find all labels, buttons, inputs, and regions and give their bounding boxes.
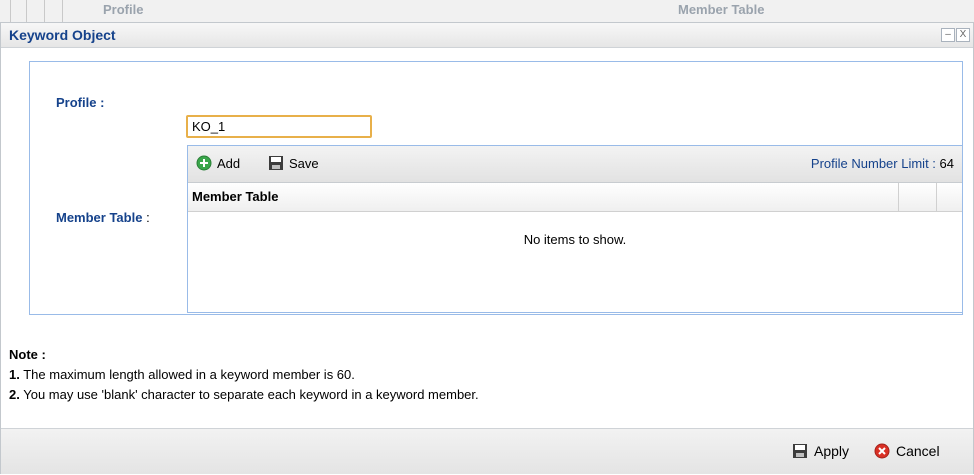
cancel-button-label: Cancel xyxy=(896,443,940,459)
save-button[interactable]: Save xyxy=(268,155,319,171)
empty-table-message: No items to show. xyxy=(523,232,627,247)
floppy-disk-icon xyxy=(268,155,284,171)
apply-button-label: Apply xyxy=(814,443,850,459)
minimize-button[interactable]: – xyxy=(941,28,955,42)
dialog-title-bar[interactable]: Keyword Object – X xyxy=(1,23,973,48)
close-button[interactable]: X xyxy=(956,28,970,42)
member-table-label-text: Member Table xyxy=(56,210,143,225)
profile-label: Profile : xyxy=(56,95,105,110)
add-circle-icon xyxy=(196,155,212,171)
column-separator xyxy=(898,183,899,211)
note-item: 1. The maximum length allowed in a keywo… xyxy=(9,365,479,385)
note-text: You may use 'blank' character to separat… xyxy=(23,387,479,402)
note-number: 2. xyxy=(9,387,20,402)
keyword-object-dialog: Keyword Object – X Profile : Member Tabl… xyxy=(0,22,974,474)
add-button[interactable]: Add xyxy=(196,155,240,171)
cancel-button[interactable]: Cancel xyxy=(874,443,940,459)
member-table-label: Member Table : xyxy=(56,210,150,225)
background-column-profile: Profile xyxy=(103,2,144,17)
member-table-column-title[interactable]: Member Table xyxy=(192,189,278,204)
note-text: The maximum length allowed in a keyword … xyxy=(23,367,355,382)
add-button-label: Add xyxy=(217,155,241,171)
dialog-title: Keyword Object xyxy=(9,27,116,43)
profile-number-limit-value: 64 xyxy=(939,156,954,171)
note-item: 2. You may use 'blank' character to sepa… xyxy=(9,385,479,405)
profile-number-limit-label: Profile Number Limit : xyxy=(810,156,936,171)
floppy-disk-icon xyxy=(792,443,808,459)
note-number: 1. xyxy=(9,367,20,382)
member-table-grid: Add Save Profile Number Limit : 64 Membe… xyxy=(187,145,963,313)
background-column-member-table: Member Table xyxy=(678,2,765,17)
save-button-label: Save xyxy=(289,155,319,171)
dialog-footer: Apply Cancel xyxy=(1,428,973,474)
member-table-label-colon: : xyxy=(146,210,150,225)
notes-title: Note : xyxy=(9,347,46,362)
profile-number-limit: Profile Number Limit : 64 xyxy=(811,156,954,171)
column-separator xyxy=(936,183,937,211)
apply-button[interactable]: Apply xyxy=(792,443,849,459)
profile-input[interactable] xyxy=(186,115,372,138)
cancel-circle-icon xyxy=(874,443,890,459)
member-table-toolbar: Add Save Profile Number Limit : 64 xyxy=(188,146,962,183)
background-grid-header: Profile Member Table xyxy=(0,0,974,23)
notes-section: Note : 1. The maximum length allowed in … xyxy=(9,345,479,405)
member-table-column-header: Member Table xyxy=(188,183,962,212)
